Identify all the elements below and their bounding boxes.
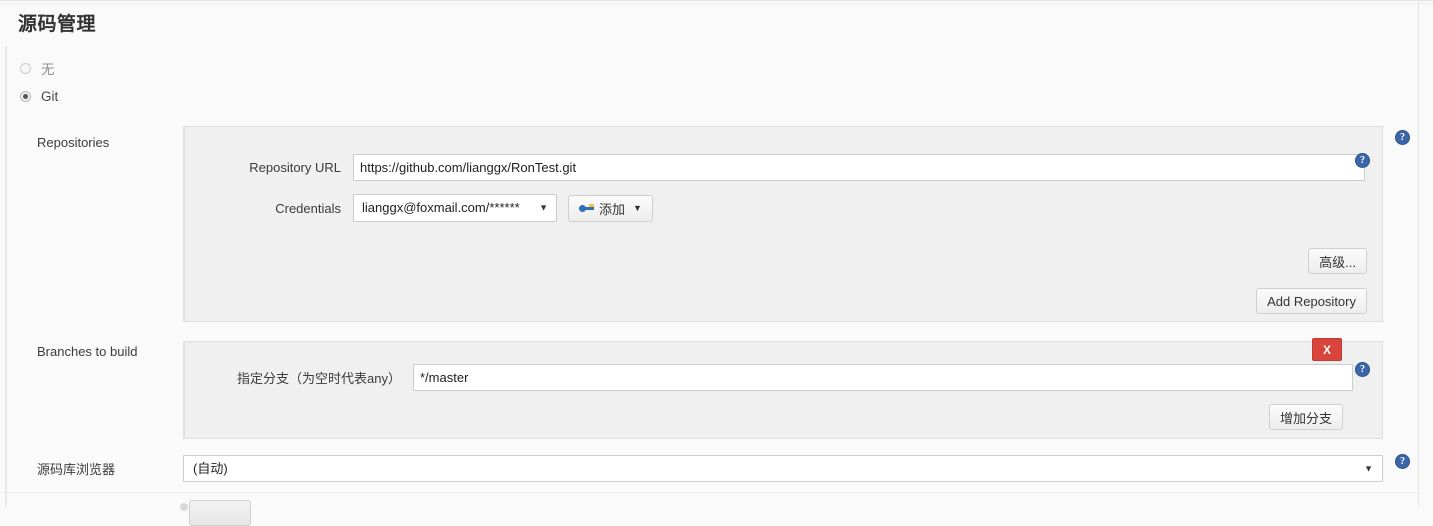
scm-option-git[interactable]: Git (20, 89, 58, 104)
repositories-row-label: Repositories (37, 135, 110, 150)
bottom-partial-button[interactable] (189, 500, 251, 526)
branches-row-label: Branches to build (37, 344, 138, 359)
source-browser-row-label: 源码库浏览器 (37, 462, 116, 477)
radio-git-icon[interactable] (20, 91, 31, 102)
add-branch-button[interactable]: 增加分支 (1268, 404, 1343, 430)
chevron-down-icon: ▼ (539, 202, 548, 213)
add-repository-button[interactable]: Add Repository (1256, 288, 1367, 314)
key-icon (579, 203, 594, 213)
advanced-button[interactable]: 高级... (1308, 248, 1367, 274)
add-credentials-label: 添加 (599, 201, 626, 217)
credentials-field-row: Credentials lianggx@foxmail.com/****** ▼… (221, 194, 653, 222)
branches-panel: 指定分支（为空时代表any） X 增加分支 (183, 338, 1383, 439)
radio-none-icon[interactable] (20, 62, 31, 74)
right-panel-divider (1418, 0, 1419, 507)
credentials-select[interactable]: lianggx@foxmail.com/****** ▼ (353, 194, 557, 222)
credentials-select-value: lianggx@foxmail.com/****** (362, 200, 520, 215)
add-credentials-button[interactable]: 添加 ▼ (568, 194, 653, 222)
help-icon-branch-spec[interactable] (1355, 362, 1370, 377)
bottom-radio-icon[interactable] (180, 503, 188, 511)
left-rail-divider (5, 46, 7, 507)
repository-url-field-row: Repository URL (221, 154, 1365, 181)
source-browser-select[interactable]: (自动) ▼ (183, 455, 1383, 482)
delete-branch-button[interactable]: X (1312, 338, 1342, 361)
branch-spec-label: 指定分支（为空时代表any） (237, 371, 401, 386)
branch-spec-field-row: 指定分支（为空时代表any） (221, 364, 1353, 391)
top-divider (0, 0, 1433, 1)
top-divider-secondary (0, 3, 1433, 4)
credentials-label: Credentials (275, 200, 341, 216)
branch-spec-input[interactable] (413, 364, 1353, 391)
help-icon-source-browser[interactable] (1395, 454, 1410, 469)
help-icon-repository-url[interactable] (1355, 153, 1370, 168)
scm-option-none[interactable]: 无 (20, 58, 55, 78)
page-title: 源码管理 (18, 14, 97, 35)
bottom-divider (0, 492, 1418, 493)
source-browser-select-value: (自动) (193, 461, 228, 476)
repository-url-label: Repository URL (249, 160, 341, 175)
help-icon-repositories[interactable] (1395, 130, 1410, 145)
chevron-down-icon: ▼ (633, 203, 642, 213)
repository-url-input[interactable] (353, 154, 1365, 181)
scm-option-git-label: Git (41, 89, 59, 104)
scm-option-none-label: 无 (41, 62, 55, 77)
repositories-panel: Repository URL Credentials lianggx@foxma… (183, 126, 1383, 322)
chevron-down-icon: ▼ (1364, 463, 1373, 473)
